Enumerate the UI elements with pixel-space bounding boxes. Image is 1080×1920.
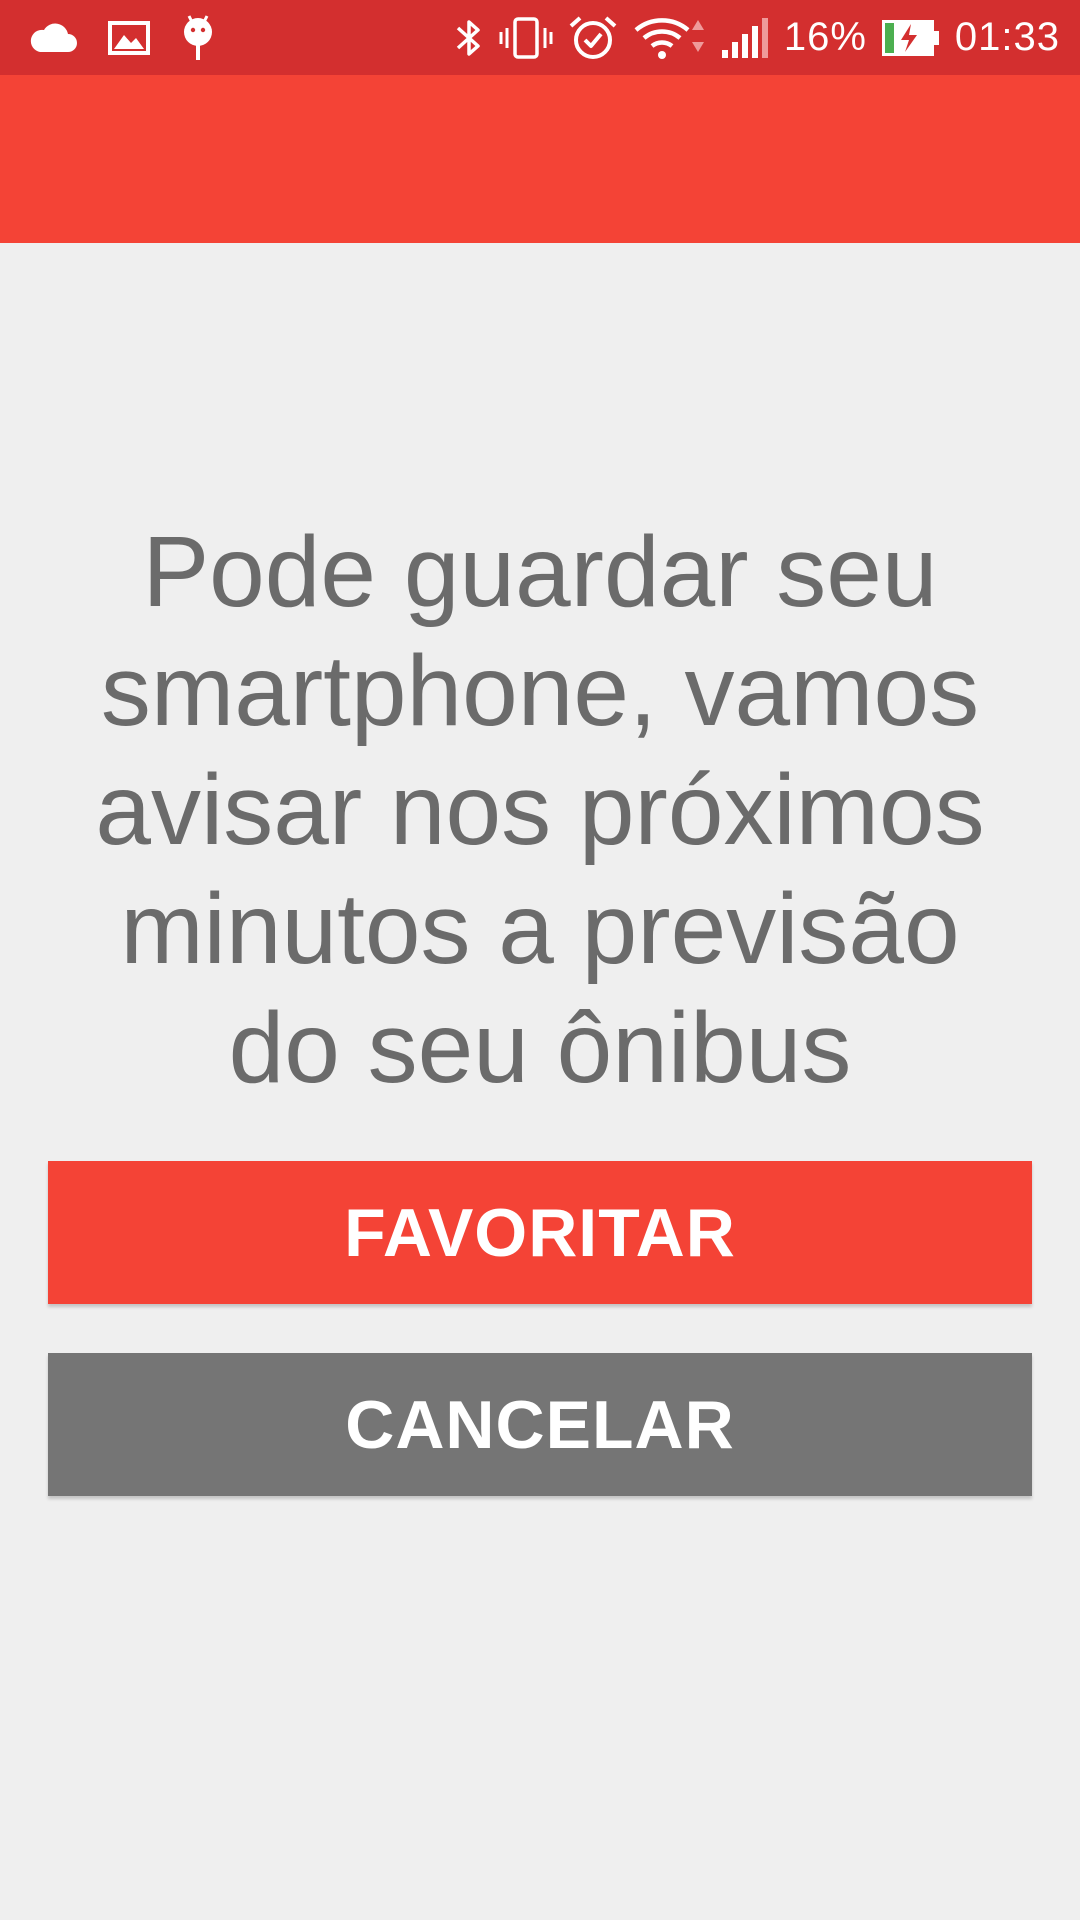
wifi-icon bbox=[632, 16, 706, 60]
alarm-icon bbox=[568, 14, 618, 62]
status-bar-system: 16% 01:33 bbox=[454, 0, 1060, 75]
cancel-button-label: CANCELAR bbox=[345, 1386, 735, 1463]
signal-icon bbox=[720, 16, 770, 60]
clock: 01:33 bbox=[954, 15, 1060, 59]
status-bar-notifications bbox=[28, 0, 216, 75]
favorite-button-label: FAVORITAR bbox=[344, 1194, 736, 1271]
favorite-button[interactable]: FAVORITAR bbox=[48, 1161, 1032, 1304]
battery-charging-icon bbox=[881, 18, 941, 58]
image-icon bbox=[108, 20, 150, 55]
status-bar: 16% 01:33 bbox=[0, 0, 1080, 75]
main-content: Pode guardar seu smartphone, vamos avisa… bbox=[0, 243, 1080, 1920]
vibrate-icon bbox=[498, 16, 554, 60]
app-bar bbox=[0, 75, 1080, 243]
battery-percent: 16% bbox=[783, 15, 867, 59]
cancel-button[interactable]: CANCELAR bbox=[48, 1353, 1032, 1496]
info-message: Pode guardar seu smartphone, vamos avisa… bbox=[95, 516, 985, 1104]
cloud-icon bbox=[28, 22, 78, 54]
bluetooth-icon bbox=[454, 16, 484, 60]
android-icon bbox=[180, 14, 216, 62]
